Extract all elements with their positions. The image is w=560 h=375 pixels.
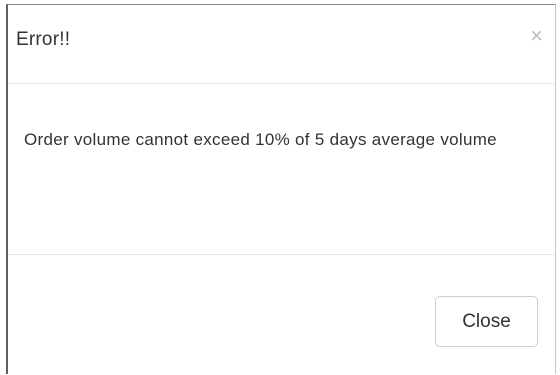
dialog-title: Error!!: [16, 29, 71, 50]
dialog-body: Order volume cannot exceed 10% of 5 days…: [8, 84, 555, 255]
close-button[interactable]: Close: [435, 296, 538, 347]
error-dialog: Error!! × Order volume cannot exceed 10%…: [6, 4, 556, 374]
dialog-header: Error!! ×: [8, 5, 555, 84]
close-icon[interactable]: ×: [530, 25, 543, 47]
dialog-footer: Close: [8, 255, 555, 375]
error-message: Order volume cannot exceed 10% of 5 days…: [24, 130, 497, 149]
